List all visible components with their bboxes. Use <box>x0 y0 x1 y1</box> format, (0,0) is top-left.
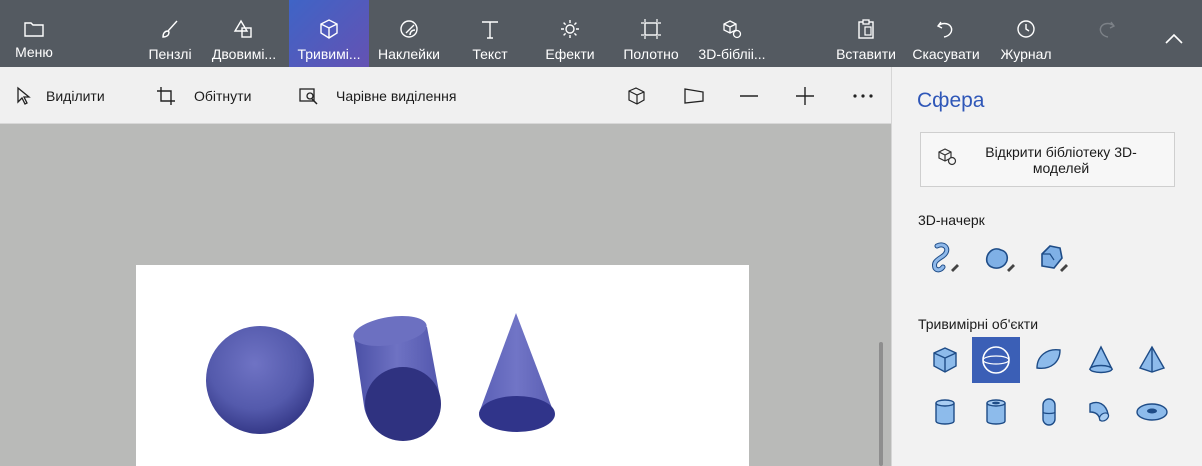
cylinder-icon[interactable] <box>921 389 969 435</box>
stickers-label: Наклейки <box>378 46 440 62</box>
bend-icon[interactable] <box>1077 389 1125 435</box>
toolbar: Виділити Обітнути Чарівне виділення <box>0 67 891 124</box>
vertical-scrollbar[interactable] <box>879 342 883 466</box>
select-label: Виділити <box>46 87 105 104</box>
ellipsis-icon <box>852 93 874 99</box>
library-3d-label: 3D-бібліі... <box>698 46 766 62</box>
cube-outline-icon <box>318 14 340 44</box>
perspective-icon <box>683 86 705 106</box>
magic-select-button[interactable]: Чарівне виділення <box>298 67 456 124</box>
magic-select-icon <box>298 86 320 106</box>
paste-button[interactable]: Вставити <box>834 0 898 67</box>
folder-icon <box>23 14 45 44</box>
paste-label: Вставити <box>836 46 896 62</box>
workspace <box>0 124 891 466</box>
canvas-label: Полотно <box>623 46 679 62</box>
brushes-label: Пензлі <box>148 46 192 62</box>
paste-icon <box>856 14 876 44</box>
history-button[interactable]: Журнал <box>994 0 1058 67</box>
capsule-icon[interactable] <box>1025 389 1073 435</box>
sticker-icon <box>398 14 420 44</box>
ribbon: Меню Пензлі Двовимі... Тривимі... Наклей… <box>0 0 1202 67</box>
minus-icon <box>739 86 759 106</box>
redo-button[interactable] <box>1088 0 1124 67</box>
plus-icon <box>795 86 815 106</box>
brush-icon <box>159 14 181 44</box>
view-3d-button[interactable] <box>626 67 648 124</box>
zoom-in-button[interactable] <box>795 67 815 124</box>
donut-icon[interactable] <box>1128 389 1176 435</box>
sketch-section-title: 3D-начерк <box>918 212 985 228</box>
panel-title: Сфера <box>917 89 985 112</box>
more-options-button[interactable] <box>852 67 874 124</box>
undo-icon <box>935 14 957 44</box>
menu-label: Меню <box>15 44 53 60</box>
objects-section-title: Тривимірні об'єкти <box>918 316 1039 332</box>
sharp-edge-doodle-icon[interactable] <box>919 235 967 281</box>
perspective-button[interactable] <box>683 67 705 124</box>
chevron-up-icon <box>1164 24 1184 54</box>
crop-label: Обітнути <box>194 87 252 104</box>
tube-icon[interactable] <box>972 389 1020 435</box>
collapse-ribbon-button[interactable] <box>1156 0 1192 67</box>
library-3d-icon <box>937 147 959 172</box>
open-3d-library-button[interactable]: Відкрити бібліотеку 3D-моделей <box>920 132 1175 187</box>
effects-tab[interactable]: Ефекти <box>540 0 600 67</box>
effects-label: Ефекти <box>545 46 595 62</box>
canvas-icon <box>640 14 662 44</box>
view-3d-icon <box>626 86 648 106</box>
shapes-2d-label: Двовимі... <box>211 46 277 62</box>
shapes-2d-icon <box>232 14 256 44</box>
brushes-tab[interactable]: Пензлі <box>140 0 200 67</box>
canvas-tab[interactable]: Полотно <box>616 0 686 67</box>
cube-icon[interactable] <box>921 337 969 383</box>
sun-icon <box>559 14 581 44</box>
magic-select-label: Чарівне виділення <box>336 87 457 104</box>
zoom-out-button[interactable] <box>739 67 759 124</box>
properties-panel: Сфера Відкрити бібліотеку 3D-моделей 3D-… <box>891 67 1202 466</box>
history-icon <box>1015 14 1037 44</box>
open-3d-library-label: Відкрити бібліотеку 3D-моделей <box>985 143 1137 176</box>
pointer-icon <box>14 86 34 106</box>
crop-icon <box>156 86 176 106</box>
sphere-object[interactable] <box>206 326 314 434</box>
text-tab[interactable]: Текст <box>462 0 518 67</box>
library-3d-tab[interactable]: 3D-бібліі... <box>694 0 770 67</box>
undo-button[interactable]: Скасувати <box>908 0 984 67</box>
undo-label: Скасувати <box>912 46 980 62</box>
shapes-3d-tab[interactable]: Тривимі... <box>289 0 369 67</box>
tube-doodle-icon[interactable] <box>1028 235 1076 281</box>
library-3d-icon <box>721 14 743 44</box>
soft-edge-doodle-icon[interactable] <box>975 235 1023 281</box>
cone-object[interactable] <box>479 313 555 432</box>
history-label: Журнал <box>1000 46 1052 62</box>
select-button[interactable]: Виділити <box>14 67 105 124</box>
text-icon <box>480 14 500 44</box>
crop-button[interactable]: Обітнути <box>156 67 251 124</box>
shapes-2d-tab[interactable]: Двовимі... <box>200 0 288 67</box>
shapes-3d-label: Тривимі... <box>297 46 361 62</box>
drawing-canvas[interactable] <box>136 265 749 466</box>
pyramid-icon[interactable] <box>1128 337 1176 383</box>
redo-icon <box>1095 14 1117 44</box>
hemisphere-icon[interactable] <box>1025 337 1073 383</box>
sphere-icon[interactable] <box>972 337 1020 383</box>
cone-icon[interactable] <box>1077 337 1125 383</box>
stickers-tab[interactable]: Наклейки <box>372 0 446 67</box>
cylinder-object[interactable] <box>351 311 441 441</box>
text-label: Текст <box>472 46 508 62</box>
menu-button[interactable]: Меню <box>0 0 68 67</box>
